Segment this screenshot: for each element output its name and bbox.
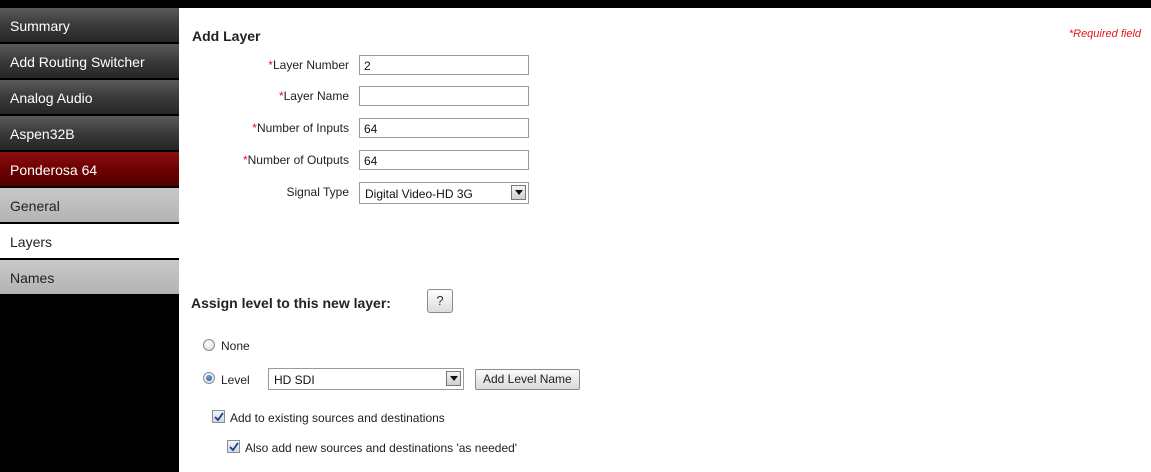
- sidebar-item-layers[interactable]: Layers: [0, 224, 179, 260]
- sidebar-item-add-routing-switcher[interactable]: Add Routing Switcher: [0, 44, 179, 80]
- add-existing-checkbox[interactable]: [212, 410, 225, 423]
- add-as-needed-label: Also add new sources and destinations 'a…: [245, 441, 518, 455]
- signal-type-select[interactable]: Digital Video-HD 3G: [359, 182, 529, 204]
- sidebar-item-names[interactable]: Names: [0, 260, 179, 296]
- add-as-needed-checkbox[interactable]: [227, 440, 240, 453]
- signal-type-value: Digital Video-HD 3G: [365, 187, 473, 201]
- layer-name-input[interactable]: [359, 86, 529, 106]
- number-of-outputs-label: *Number of Outputs: [242, 153, 349, 167]
- level-select[interactable]: HD SDI: [268, 368, 464, 390]
- top-bar: [0, 0, 1151, 8]
- chevron-down-icon[interactable]: [511, 185, 526, 200]
- none-radio[interactable]: [203, 339, 215, 351]
- chevron-down-icon[interactable]: [446, 371, 461, 386]
- layer-name-label: *Layer Name: [278, 89, 349, 103]
- level-radio-label: Level: [221, 373, 250, 387]
- help-button[interactable]: ?: [427, 289, 453, 313]
- sidebar-item-general[interactable]: General: [0, 188, 179, 224]
- none-radio-label: None: [221, 339, 250, 353]
- number-of-outputs-input[interactable]: 64: [359, 150, 529, 170]
- assign-level-heading: Assign level to this new layer:: [191, 295, 391, 311]
- level-select-value: HD SDI: [274, 373, 315, 387]
- level-radio[interactable]: [203, 372, 215, 384]
- layer-number-label: *Layer Number: [268, 58, 349, 72]
- add-existing-label: Add to existing sources and destinations: [230, 411, 445, 425]
- add-level-name-button[interactable]: Add Level Name: [475, 369, 580, 390]
- required-field-note: *Required field: [1068, 28, 1141, 40]
- number-of-inputs-input[interactable]: 64: [359, 118, 529, 138]
- number-of-inputs-label: *Number of Inputs: [252, 121, 349, 135]
- sidebar: Summary Add Routing Switcher Analog Audi…: [0, 8, 179, 472]
- sidebar-item-summary[interactable]: Summary: [0, 8, 179, 44]
- sidebar-item-analog-audio[interactable]: Analog Audio: [0, 80, 179, 116]
- sidebar-item-aspen32b[interactable]: Aspen32B: [0, 116, 179, 152]
- sidebar-item-ponderosa-64[interactable]: Ponderosa 64: [0, 152, 179, 188]
- page-title: Add Layer: [192, 28, 261, 44]
- main-panel: Add Layer *Required field *Layer Number …: [179, 8, 1151, 472]
- layer-number-input[interactable]: 2: [359, 55, 529, 75]
- signal-type-label: Signal Type: [286, 185, 350, 199]
